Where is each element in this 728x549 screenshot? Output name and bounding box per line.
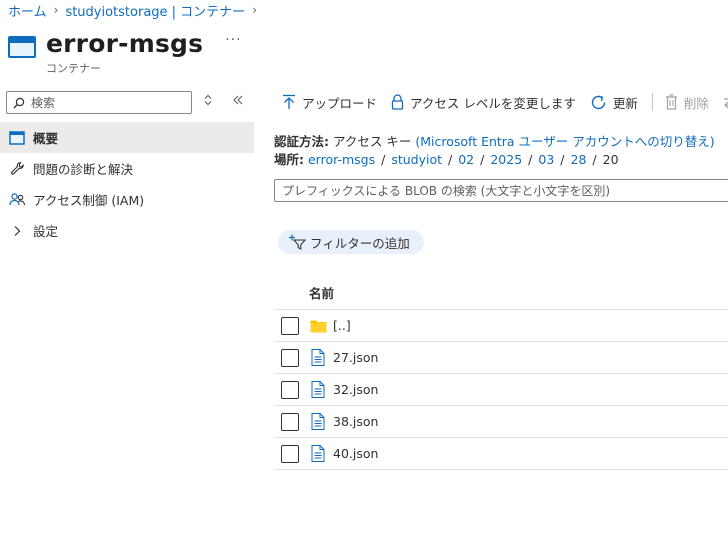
page-header: error-msgs ··· — [8, 28, 242, 58]
location-current: 20 — [602, 152, 619, 167]
upload-label: アップロード — [302, 95, 378, 111]
sidebar-item-label: アクセス制御 (IAM) — [33, 193, 145, 208]
table-row[interactable]: 27.json — [274, 342, 728, 374]
file-icon — [309, 349, 327, 367]
row-name[interactable]: 38.json — [333, 414, 378, 429]
location-part-link[interactable]: studyiot — [391, 152, 442, 167]
blob-table: 名前 [..] 27.json 32.json 38.json 40.json — [274, 276, 728, 470]
file-icon — [309, 413, 327, 431]
page-title: error-msgs — [46, 28, 204, 58]
change-access-level-button[interactable]: アクセス レベルを変更します — [391, 93, 576, 112]
delete-label: 削除 — [683, 95, 709, 111]
table-row[interactable]: 32.json — [274, 374, 728, 406]
breadcrumb-storage-link[interactable]: studyiotstorage | コンテナー — [65, 1, 245, 20]
sidebar-item-iam[interactable]: アクセス制御 (IAM) — [0, 184, 254, 215]
breadcrumb: ホーム › studyiotstorage | コンテナー › — [8, 0, 264, 20]
sidebar-item-settings[interactable]: 設定 — [0, 215, 254, 246]
toolbar-divider — [651, 93, 653, 111]
container-icon — [8, 36, 36, 58]
table-row[interactable]: 40.json — [274, 438, 728, 470]
table-header: 名前 — [274, 276, 728, 310]
location-part-link[interactable]: error-msgs — [308, 152, 375, 167]
auth-method-row: 認証方法: アクセス キー (Microsoft Entra ユーザー アカウン… — [274, 131, 715, 150]
sidebar-search-placeholder: 検索 — [31, 96, 56, 110]
add-filter-icon — [289, 234, 306, 250]
row-checkbox[interactable] — [281, 380, 299, 399]
row-name[interactable]: 32.json — [333, 382, 378, 397]
file-icon — [309, 445, 327, 463]
page-subtitle: コンテナー — [46, 62, 101, 75]
refresh-button[interactable]: 更新 — [590, 93, 638, 112]
row-checkbox[interactable] — [281, 348, 299, 367]
command-bar: アップロード アクセス レベルを変更します 更新 削除 — [282, 90, 728, 114]
row-checkbox[interactable] — [281, 444, 299, 463]
row-name[interactable]: [..] — [333, 318, 351, 333]
row-name[interactable]: 40.json — [333, 446, 378, 461]
sidebar-item-label: 概要 — [33, 131, 59, 146]
trash-icon — [665, 94, 677, 110]
auth-method-label: 認証方法: — [274, 134, 329, 149]
people-icon — [8, 192, 26, 207]
swap-icon — [723, 98, 728, 109]
row-checkbox[interactable] — [281, 316, 299, 335]
breadcrumb-home-link[interactable]: ホーム — [8, 1, 47, 20]
blob-prefix-search-placeholder: プレフィックスによる BLOB の検索 (大文字と小文字を区別) — [282, 184, 611, 198]
row-name[interactable]: 27.json — [333, 350, 378, 365]
location-row: 場所: error-msgs / studyiot/02/2025/03/28/20 — [274, 152, 619, 167]
file-icon — [309, 381, 327, 399]
location-part-link[interactable]: 2025 — [490, 152, 522, 167]
table-row[interactable]: 38.json — [274, 406, 728, 438]
location-part-link[interactable]: 02 — [458, 152, 474, 167]
refresh-icon — [591, 95, 606, 109]
wrench-icon — [8, 161, 26, 176]
breadcrumb-separator-icon: › — [53, 3, 59, 17]
sidebar-nav: 概要 問題の診断と解決 アクセス制御 (IAM) 設定 — [0, 122, 254, 246]
sidebar-item-label: 設定 — [33, 224, 59, 239]
upload-button[interactable]: アップロード — [282, 93, 377, 112]
folder-icon — [309, 317, 327, 335]
location-label: 場所: — [274, 152, 304, 167]
sidebar-item-label: 問題の診断と解決 — [33, 162, 134, 177]
chevron-right-icon — [8, 225, 26, 237]
collapse-sidebar-icon[interactable] — [232, 94, 244, 109]
access-level-label: アクセス レベルを変更します — [410, 95, 576, 111]
upload-icon — [283, 94, 295, 109]
table-row[interactable]: [..] — [274, 310, 728, 342]
overview-icon — [8, 130, 26, 145]
sidebar-search-input[interactable]: 検索 — [6, 91, 192, 114]
sidebar-item-diagnose[interactable]: 問題の診断と解決 — [0, 153, 254, 184]
add-filter-button[interactable]: フィルターの追加 — [278, 230, 424, 254]
add-filter-label: フィルターの追加 — [310, 235, 410, 251]
more-options-button[interactable]: ··· — [225, 32, 241, 48]
auth-method-value: アクセス キー — [332, 134, 412, 149]
column-header-name[interactable]: 名前 — [309, 283, 334, 302]
blob-prefix-search-input[interactable]: プレフィックスによる BLOB の検索 (大文字と小文字を区別) — [274, 179, 728, 202]
breadcrumb-separator-icon: › — [252, 3, 257, 17]
refresh-label: 更新 — [612, 95, 638, 111]
sidebar-item-overview[interactable]: 概要 — [0, 122, 254, 153]
switch-to-entra-link[interactable]: (Microsoft Entra ユーザー アカウントへの切り替え) — [415, 134, 714, 149]
location-part-link[interactable]: 28 — [571, 152, 587, 167]
delete-button[interactable]: 削除 — [665, 93, 709, 112]
lock-icon — [391, 94, 404, 110]
row-checkbox[interactable] — [281, 412, 299, 431]
sort-toggle-icon[interactable] — [203, 94, 213, 109]
location-part-link[interactable]: 03 — [538, 152, 554, 167]
change-tier-button[interactable] — [723, 95, 728, 109]
search-icon — [13, 97, 25, 108]
